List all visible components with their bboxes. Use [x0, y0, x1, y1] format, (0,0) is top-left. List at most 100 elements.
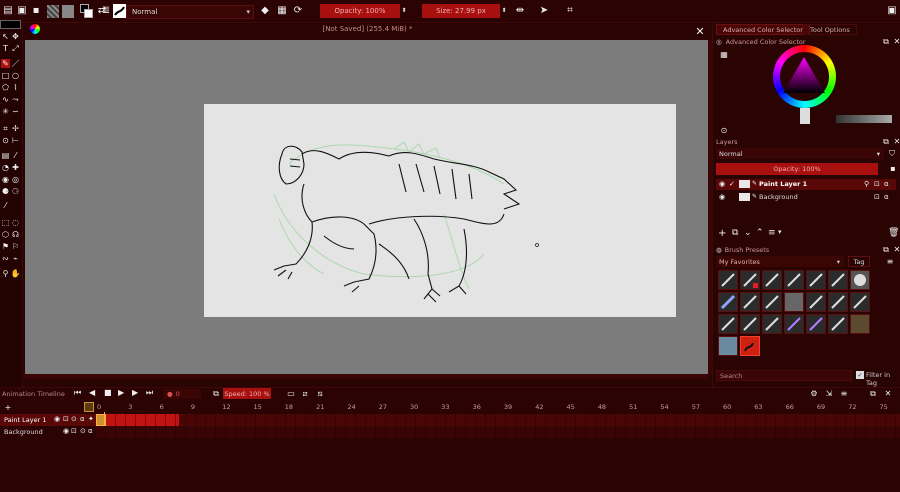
close-brush-icon[interactable]: ✕: [891, 244, 900, 256]
freehand-brush-tool-icon[interactable]: ✎: [1, 59, 10, 68]
similar-select-icon[interactable]: ⚐: [11, 242, 20, 251]
reference-tool-icon[interactable]: ⁄: [1, 201, 10, 210]
opacity-spin-icon[interactable]: ⬍: [400, 5, 408, 17]
brush-preset[interactable]: [740, 314, 760, 334]
stop-icon[interactable]: ■: [104, 388, 112, 397]
edit-shapes-icon[interactable]: ⤢: [11, 44, 20, 53]
frame-track[interactable]: [96, 414, 900, 426]
color-picker-icon[interactable]: ⁄: [11, 151, 20, 160]
alpha-icon[interactable]: α: [88, 427, 93, 435]
brush-settings-icon[interactable]: ≣: [100, 5, 112, 17]
selected-frames[interactable]: [96, 414, 179, 426]
layer-row[interactable]: ◉ ✎ Background ⊡ α: [716, 192, 896, 203]
brush-tag-select[interactable]: My Favorites ▾: [716, 256, 844, 267]
size-slider[interactable]: Size: 27.99 px: [422, 4, 500, 18]
lazy-brush-icon[interactable]: ⚈: [1, 187, 10, 196]
pan-tool-icon[interactable]: ✋: [11, 269, 21, 278]
play-icon[interactable]: ▶: [118, 388, 124, 397]
reload-preset-icon[interactable]: ⟳: [292, 5, 304, 17]
settings-icon[interactable]: ▣: [886, 5, 898, 17]
drop-frames-icon[interactable]: ▭: [285, 388, 297, 400]
zoom-timeline-icon[interactable]: ⇲: [823, 388, 835, 400]
layer-row[interactable]: ◉ ✓ ✎ Paint Layer 1 ⚲ ⊡ α: [716, 179, 896, 190]
crop-tool-icon[interactable]: ⌗: [1, 124, 10, 133]
brush-preset[interactable]: [806, 314, 826, 334]
pin-icon[interactable]: [84, 402, 94, 412]
save-icon[interactable]: ▪: [30, 5, 42, 17]
close-panel-icon[interactable]: ✕: [891, 36, 900, 48]
lock-icon[interactable]: ⊡: [71, 427, 77, 435]
add-layer-icon[interactable]: +: [718, 228, 726, 239]
brush-preset[interactable]: [718, 314, 738, 334]
brush-preset[interactable]: [828, 270, 848, 290]
brush-preset[interactable]: [828, 292, 848, 312]
ellipse-tool-icon[interactable]: ○: [11, 71, 20, 80]
onion-icon[interactable]: ⊙: [80, 427, 86, 435]
chevron-down-icon[interactable]: ▾: [778, 228, 782, 236]
assistant-tool-icon[interactable]: ⊙: [1, 136, 10, 145]
next-frame-icon[interactable]: ▶: [132, 388, 138, 397]
gradient-swatch[interactable]: [47, 5, 59, 18]
brush-preset[interactable]: [850, 314, 870, 334]
brush-preset[interactable]: [762, 314, 782, 334]
timeline-layer-row[interactable]: Background ◉ ⊡ ⊙ α: [0, 426, 96, 438]
filter-checkbox[interactable]: ✓: [856, 371, 864, 379]
brush-preset[interactable]: [762, 292, 782, 312]
delete-layer-icon[interactable]: 🗑: [888, 228, 899, 238]
visible-icon[interactable]: ⚲: [864, 180, 869, 188]
tool-search-input[interactable]: [0, 20, 21, 29]
color-slider-handle[interactable]: [800, 108, 810, 124]
gradient-tool-icon[interactable]: ▤: [1, 151, 10, 160]
current-frame-field[interactable]: ● 0: [163, 389, 201, 399]
move-tool-icon[interactable]: ✥: [11, 32, 20, 41]
blend-mode-select[interactable]: Normal ▾: [126, 5, 254, 19]
brush-preset[interactable]: [718, 292, 738, 312]
brush-preset[interactable]: [850, 292, 870, 312]
magnetic-select-icon[interactable]: ⌁: [11, 254, 20, 263]
colorize-mask-icon[interactable]: ◔: [1, 163, 10, 172]
brush-preset[interactable]: [806, 270, 826, 290]
sync-icon[interactable]: ⧉: [210, 388, 222, 400]
layer-thumbnail-toggle-icon[interactable]: ▪: [887, 163, 899, 175]
lock-icon[interactable]: ⊡: [874, 193, 880, 201]
measure-tool-icon[interactable]: ⊢: [11, 136, 20, 145]
timeline-menu-icon[interactable]: ≡: [838, 388, 850, 400]
first-frame-icon[interactable]: ⏮: [74, 388, 81, 398]
duplicate-layer-icon[interactable]: ⧉: [732, 228, 738, 238]
onion-skin-icon[interactable]: ⧄: [299, 388, 311, 400]
alpha-lock-icon[interactable]: ▦: [276, 5, 288, 17]
multibrush-icon[interactable]: ✳: [1, 107, 10, 116]
mirror-vertical-icon[interactable]: ➤: [538, 5, 550, 17]
tab-tool-options[interactable]: Tool Options: [803, 24, 857, 35]
eye-icon[interactable]: ◉: [54, 415, 60, 423]
last-frame-icon[interactable]: ⏭: [146, 388, 153, 398]
brush-preset[interactable]: [806, 292, 826, 312]
freehand-path-icon[interactable]: ∽: [11, 107, 20, 116]
brush-preset[interactable]: [850, 270, 870, 290]
brush-preset-icon[interactable]: [113, 4, 126, 18]
layer-blend-select[interactable]: Normal ▾: [716, 148, 884, 159]
eye-icon[interactable]: ◉: [719, 180, 725, 188]
audio-icon[interactable]: ⧅: [314, 388, 326, 400]
brush-preset[interactable]: [784, 270, 804, 290]
bezier-tool-icon[interactable]: ∿: [1, 95, 10, 104]
freehand-select-icon[interactable]: ☊: [11, 230, 20, 239]
contiguous-select-icon[interactable]: ⚑: [1, 242, 10, 251]
close-timeline-icon[interactable]: ✕: [882, 388, 894, 400]
brush-preset-selected[interactable]: [740, 336, 760, 356]
close-layers-icon[interactable]: ✕: [891, 136, 900, 148]
add-timeline-layer-icon[interactable]: +: [2, 402, 14, 414]
alpha-icon[interactable]: α: [80, 415, 85, 423]
color-history-bar[interactable]: [836, 115, 892, 123]
fill-tool-icon[interactable]: ◉: [1, 175, 10, 184]
select-tool-icon[interactable]: ↖: [1, 32, 10, 41]
onion-icon[interactable]: ⊙: [71, 415, 77, 423]
text-tool-icon[interactable]: T: [1, 44, 10, 53]
polyline-tool-icon[interactable]: ⌇: [11, 83, 20, 92]
open-document-icon[interactable]: ▣: [16, 5, 28, 17]
horizontal-scrollbar[interactable]: [25, 374, 709, 379]
polygon-select-icon[interactable]: ⬡: [1, 230, 10, 239]
pin-layer-icon[interactable]: ✦: [88, 415, 94, 423]
eraser-icon[interactable]: ◆: [259, 5, 271, 17]
brush-preset[interactable]: [718, 270, 738, 290]
